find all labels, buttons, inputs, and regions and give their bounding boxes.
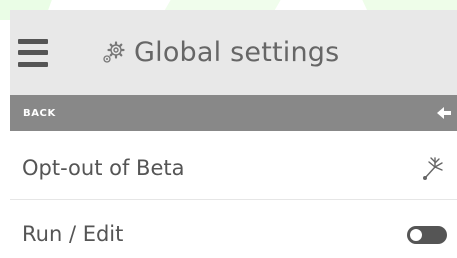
app-frame: Global settings BACK Opt-out of Beta Run…: [0, 0, 457, 258]
gears-icon: [98, 38, 128, 68]
setting-label: Run / Edit: [22, 221, 124, 246]
arrow-left-icon: [437, 107, 451, 119]
toggle-knob: [410, 229, 422, 241]
setting-run-edit[interactable]: Run / Edit: [10, 202, 457, 258]
setting-opt-out-beta[interactable]: Opt-out of Beta: [10, 136, 457, 200]
page-title: Global settings: [134, 37, 340, 68]
hamburger-menu-icon[interactable]: [18, 38, 48, 67]
beta-tree-icon: [423, 156, 443, 180]
setting-label: Opt-out of Beta: [22, 155, 185, 180]
page-header: Global settings: [10, 10, 457, 95]
back-button[interactable]: BACK: [10, 95, 457, 131]
back-label: BACK: [23, 107, 56, 119]
run-edit-toggle[interactable]: [407, 226, 447, 244]
